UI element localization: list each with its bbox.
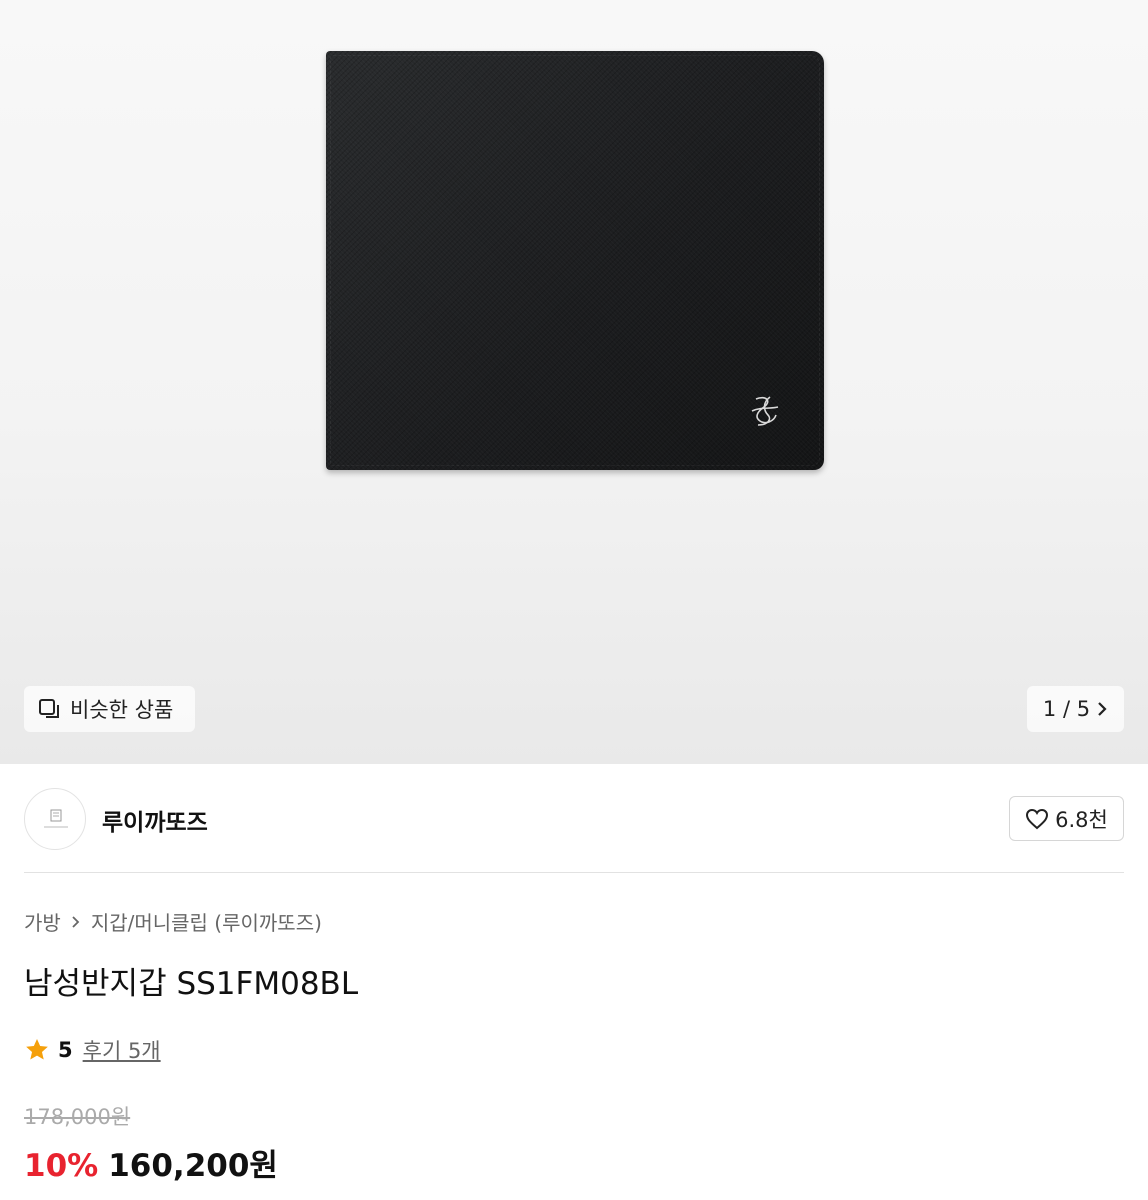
similar-products-button[interactable]: 비슷한 상품 (24, 686, 195, 732)
like-button[interactable]: 6.8천 (1009, 796, 1124, 841)
rating: 5 후기 5개 (24, 1035, 161, 1065)
price-row: 10% 160,200원 (24, 1140, 278, 1185)
heart-icon (1026, 808, 1049, 829)
original-price: 178,000원 (24, 1105, 131, 1129)
brand-monogram-logo (751, 396, 779, 426)
image-page-counter[interactable]: 1 / 5 (1027, 686, 1124, 732)
breadcrumb-item[interactable]: 가방 (24, 907, 61, 936)
similar-items-icon (39, 699, 59, 718)
like-count: 6.8천 (1055, 807, 1108, 832)
review-count-link[interactable]: 후기 5개 (83, 1035, 161, 1065)
brand-avatar-logo (44, 809, 68, 828)
discount-rate: 10% (24, 1148, 99, 1184)
image-counter-text: 1 / 5 (1042, 697, 1091, 721)
brand-name[interactable]: 루이까또즈 (102, 803, 208, 837)
sale-price: 160,200원 (108, 1148, 278, 1184)
brand-avatar[interactable] (24, 788, 86, 850)
similar-products-label: 비슷한 상품 (70, 698, 174, 722)
brand-row: 루이까또즈 6.8천 (24, 788, 1124, 850)
chevron-right-icon (72, 915, 80, 928)
star-icon (26, 1038, 48, 1060)
breadcrumb: 가방 지갑/머니클립 (루이까또즈) (24, 907, 322, 936)
product-image-gallery[interactable]: 비슷한 상품 1 / 5 (0, 0, 1148, 764)
product-title: 남성반지갑 SS1FM08BL (24, 966, 359, 1002)
chevron-right-icon (1098, 702, 1107, 716)
divider (24, 872, 1124, 873)
breadcrumb-item[interactable]: 지갑/머니클립 (루이까또즈) (91, 907, 322, 936)
rating-score: 5 (58, 1038, 73, 1062)
